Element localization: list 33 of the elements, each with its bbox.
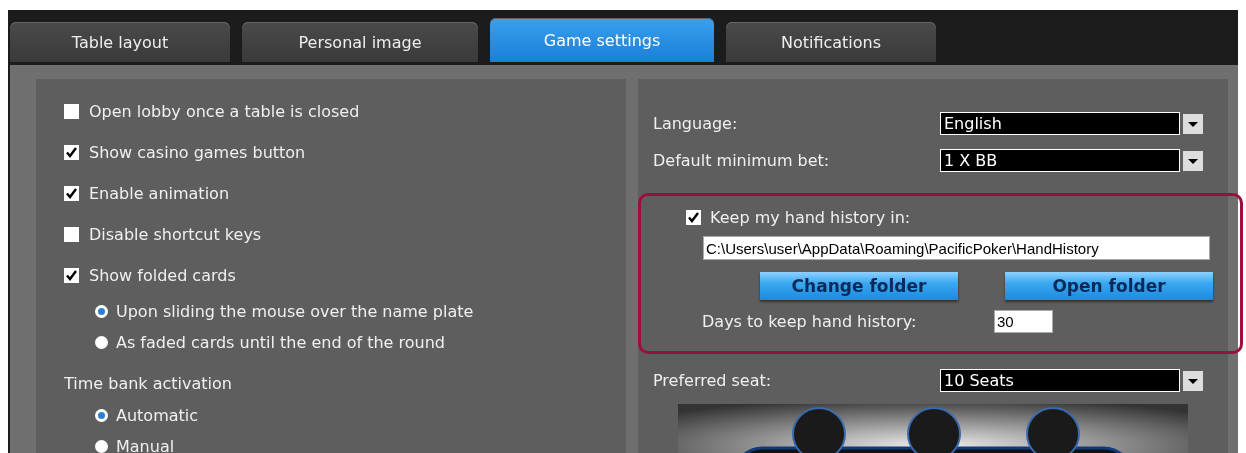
minimum-bet-dropdown[interactable]: 1 X BB: [940, 149, 1180, 172]
option-label: Open lobby once a table is closed: [89, 102, 360, 121]
field-label: Default minimum bet:: [653, 151, 831, 170]
folder-button[interactable]: Change folder: [760, 272, 958, 300]
option-label: Keep my hand history in:: [710, 208, 911, 227]
field-label: Language:: [653, 114, 739, 133]
folder-button[interactable]: Open folder: [1005, 272, 1213, 300]
option-label: Show casino games button: [89, 143, 306, 162]
field-label: Days to keep hand history:: [702, 312, 918, 331]
field-label: Preferred seat:: [653, 371, 773, 390]
radio-button[interactable]: [95, 305, 108, 318]
tab[interactable]: Table layout: [10, 22, 230, 62]
option-label: Manual: [116, 437, 175, 453]
option-label: Upon sliding the mouse over the name plate: [116, 302, 474, 321]
radio-button[interactable]: [95, 336, 108, 349]
option-label: Enable animation: [89, 184, 229, 203]
tab[interactable]: Notifications: [726, 22, 936, 62]
days-field[interactable]: 30: [994, 310, 1053, 333]
option-label: Show folded cards: [89, 266, 236, 285]
checkbox[interactable]: [64, 145, 79, 160]
radio-button[interactable]: [95, 409, 108, 422]
checkbox[interactable]: [64, 186, 79, 201]
checkbox[interactable]: [64, 268, 79, 283]
option-label: Disable shortcut keys: [89, 225, 262, 244]
folder-path-field[interactable]: C:\Users\user\AppData\Roaming\PacificPoker\HandHistory: [703, 236, 1210, 260]
option-label: Automatic: [116, 406, 199, 425]
tab[interactable]: Personal image: [242, 22, 478, 62]
language-dropdown[interactable]: English: [940, 112, 1180, 135]
option-label: As faded cards until the end of the round: [116, 333, 445, 352]
checkbox[interactable]: [686, 210, 701, 225]
section-heading: Time bank activation: [64, 373, 232, 393]
seat-dropdown[interactable]: 10 Seats: [940, 369, 1180, 392]
radio-button[interactable]: [95, 440, 108, 453]
